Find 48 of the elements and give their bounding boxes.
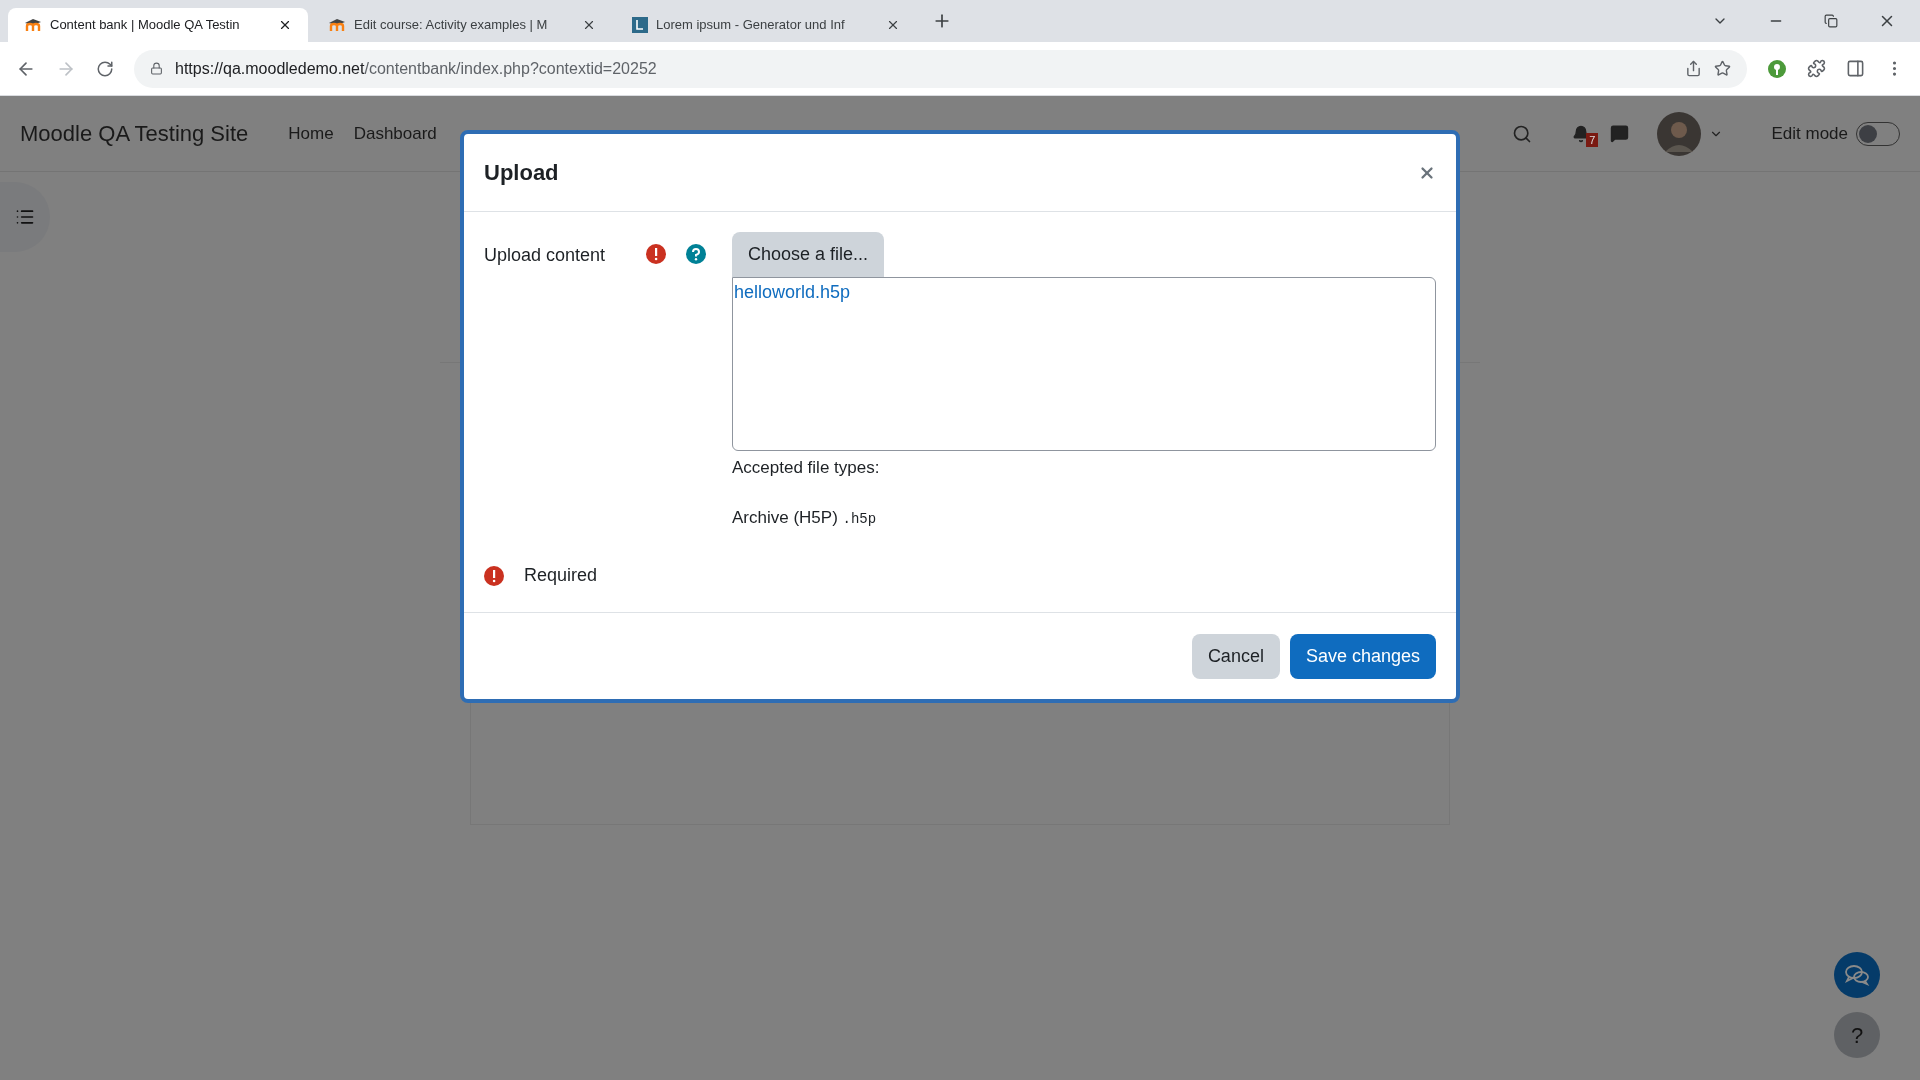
field-label: Upload content	[484, 244, 607, 267]
help-icon[interactable]	[686, 244, 706, 264]
file-link[interactable]: helloworld.h5p	[734, 278, 851, 306]
reload-icon[interactable]	[96, 59, 114, 78]
tab-title: Lorem ipsum - Generator und Inf	[656, 16, 846, 35]
list-icon	[15, 207, 35, 227]
site-name[interactable]: Moodle QA Testing Site	[20, 117, 249, 150]
address-bar[interactable]: https://qa.moodledemo.net/contentbank/index.php?contextid=20252	[134, 49, 1747, 88]
accepted-type: Archive (H5P) .h5p	[732, 506, 878, 529]
search-icon[interactable]	[1512, 123, 1533, 144]
required-note: Required	[524, 564, 598, 587]
accepted-types-label: Accepted file types:	[732, 457, 881, 479]
file-drop-area[interactable]: helloworld.h5p	[732, 277, 1436, 451]
moodle-logo-icon	[24, 18, 42, 32]
choose-file-button[interactable]: Choose a file...	[732, 232, 885, 277]
tab-title: Edit course: Activity examples | M	[354, 16, 549, 35]
close-icon[interactable]	[278, 18, 292, 32]
required-icon	[484, 565, 504, 586]
nav-link[interactable]: Home	[288, 120, 334, 147]
extension-icon[interactable]	[1767, 58, 1787, 79]
share-icon[interactable]	[1685, 60, 1702, 77]
help-button[interactable]: ?	[1834, 1012, 1880, 1058]
lock-icon	[150, 62, 163, 75]
side-panel-icon[interactable]	[1846, 59, 1865, 78]
url-text: https://qa.moodledemo.net/contentbank/index.php?contextid=20252	[175, 58, 657, 79]
save-button[interactable]: Save changes	[1289, 633, 1436, 679]
nav-link[interactable]: Dashboard	[353, 120, 437, 147]
page-logo-icon	[632, 17, 648, 33]
dialog-title: Upload	[484, 159, 559, 187]
restore-icon[interactable]	[1824, 14, 1838, 28]
messages-icon[interactable]	[1610, 124, 1630, 143]
user-avatar[interactable]	[1657, 111, 1702, 156]
notification-count: 7	[1586, 132, 1599, 147]
bookmark-star-icon[interactable]	[1714, 60, 1731, 77]
browser-tab[interactable]: Lorem ipsum - Generator und Inf	[616, 8, 916, 42]
browser-tab[interactable]: Edit course: Activity examples | M	[312, 8, 612, 42]
cancel-button[interactable]: Cancel	[1191, 633, 1280, 679]
moodle-logo-icon	[328, 18, 346, 32]
close-icon[interactable]	[886, 18, 900, 32]
edit-mode-label: Edit mode	[1771, 122, 1848, 145]
browser-tab[interactable]: Content bank | Moodle QA Testin	[8, 8, 308, 42]
chat-button[interactable]	[1834, 952, 1880, 998]
tab-title: Content bank | Moodle QA Testin	[50, 16, 241, 35]
close-icon[interactable]	[582, 18, 596, 32]
puzzle-icon[interactable]	[1807, 59, 1826, 78]
drawer-toggle[interactable]	[0, 182, 50, 252]
chat-icon	[1844, 964, 1870, 986]
required-icon	[646, 244, 666, 264]
